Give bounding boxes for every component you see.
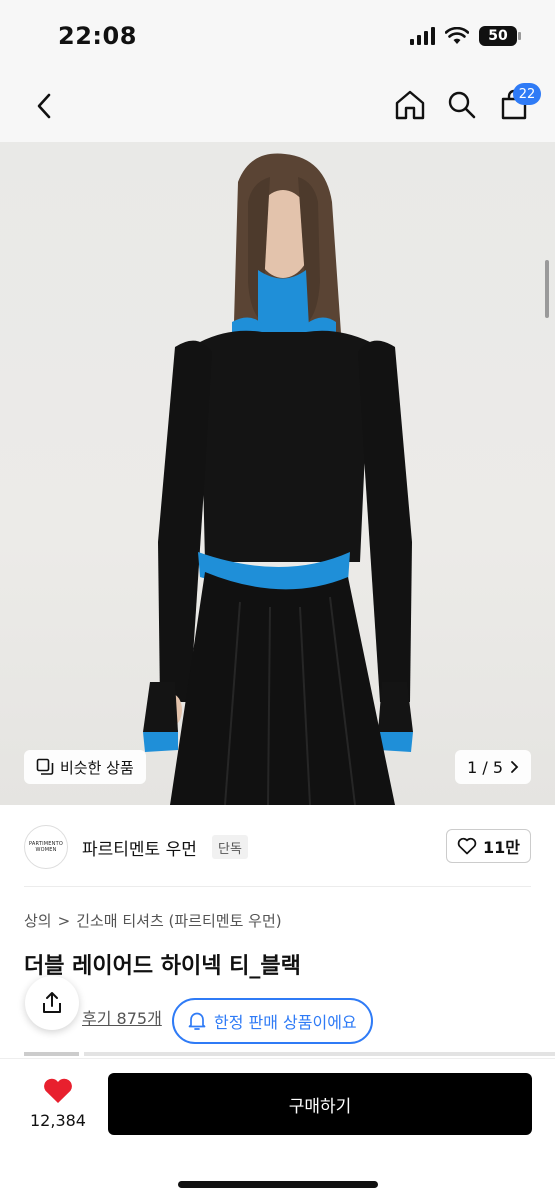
similar-products-label: 비슷한 상품 — [60, 758, 134, 777]
top-nav-bar: 22 — [0, 70, 555, 142]
battery-level: 50 — [488, 28, 508, 44]
brand-like-button[interactable]: 11만 — [446, 829, 531, 863]
home-button[interactable] — [393, 86, 427, 124]
breadcrumb-subcategory[interactable]: 긴소매 티셔츠 (파르티멘토 우먼) — [76, 910, 281, 931]
bottom-action-bar: 12,384 구매하기 — [0, 1058, 555, 1200]
buy-button[interactable]: 구매하기 — [108, 1073, 532, 1135]
image-counter: 1 / 5 — [467, 757, 503, 777]
limited-sale-label: 한정 판매 상품이에요 — [214, 1013, 357, 1032]
option-strip — [24, 1052, 555, 1056]
product-title: 더블 레이어드 하이넥 티_블랙 — [24, 954, 301, 979]
battery-indicator: 50 — [479, 26, 521, 46]
divider — [24, 886, 531, 887]
cart-count-badge: 22 — [513, 83, 541, 105]
signal-icon — [410, 27, 435, 45]
brand-row: PARTIMENTO WOMEN 파르티멘토 우먼 단독 11만 — [0, 805, 555, 887]
scroll-indicator — [545, 260, 549, 318]
home-indicator — [178, 1181, 378, 1188]
status-time: 22:08 — [58, 22, 137, 50]
product-image-carousel[interactable]: 비슷한 상품 1 / 5 — [0, 142, 555, 805]
product-photo — [143, 153, 413, 805]
share-button[interactable] — [25, 976, 79, 1030]
home-icon — [395, 90, 425, 120]
wishlist-button[interactable]: 12,384 — [26, 1077, 90, 1130]
status-bar: 22:08 50 — [0, 0, 555, 70]
breadcrumb: 상의 > 긴소매 티셔츠 (파르티멘토 우먼) — [24, 910, 282, 931]
heart-outline-icon — [457, 837, 477, 855]
bell-icon — [188, 1012, 206, 1030]
similar-items-icon — [36, 758, 54, 775]
chevron-left-icon — [37, 93, 51, 119]
search-button[interactable] — [445, 86, 479, 124]
similar-products-button[interactable]: 비슷한 상품 — [24, 750, 146, 784]
breadcrumb-category[interactable]: 상의 — [24, 910, 52, 931]
brand-name-link[interactable]: 파르티멘토 우먼 — [82, 835, 197, 860]
share-icon — [43, 992, 61, 1013]
breadcrumb-separator: > — [57, 911, 71, 930]
status-icons: 50 — [410, 26, 521, 46]
exclusive-badge: 단독 — [212, 835, 248, 859]
nav-actions: 22 — [393, 83, 541, 124]
brand-logo-line2: WOMEN — [35, 847, 57, 853]
wifi-icon — [445, 27, 469, 44]
heart-filled-icon — [44, 1078, 72, 1103]
cart-button[interactable]: 22 — [497, 83, 541, 124]
wishlist-count: 12,384 — [30, 1111, 86, 1130]
chevron-right-icon — [511, 761, 519, 773]
review-link[interactable]: 후기 875개 — [82, 1005, 162, 1029]
back-button[interactable] — [26, 88, 62, 124]
search-icon — [448, 91, 476, 119]
image-counter-button[interactable]: 1 / 5 — [455, 750, 531, 784]
brand-logo[interactable]: PARTIMENTO WOMEN — [24, 825, 68, 869]
limited-sale-badge: 한정 판매 상품이에요 — [172, 998, 373, 1044]
brand-like-count: 11만 — [483, 838, 520, 857]
